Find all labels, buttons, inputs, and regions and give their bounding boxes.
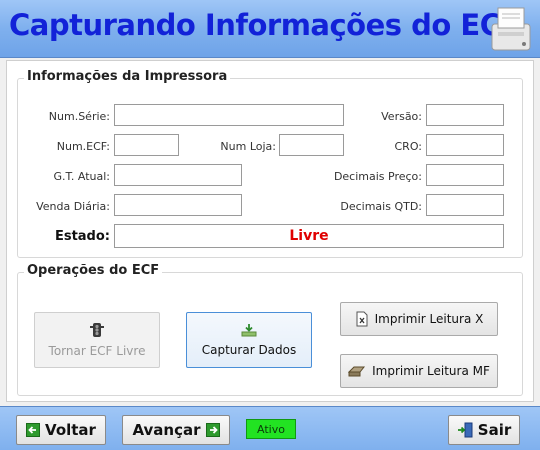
- traffic-light-icon: [90, 323, 104, 337]
- sair-label: Sair: [477, 421, 512, 439]
- printer-small-icon: [348, 366, 366, 377]
- sair-button[interactable]: Sair: [448, 415, 520, 445]
- estado-value: Livre: [114, 224, 504, 248]
- cro-label: CRO:: [394, 140, 423, 153]
- estado-label: Estado:: [54, 229, 110, 244]
- num-ecf-label: Num.ECF:: [56, 140, 110, 153]
- voltar-button[interactable]: Voltar: [16, 415, 106, 445]
- capturar-dados-button[interactable]: Capturar Dados: [186, 312, 312, 368]
- gt-atual-label: G.T. Atual:: [53, 170, 110, 183]
- operations-title: Operações do ECF: [24, 263, 163, 278]
- document-x-icon: [356, 311, 368, 327]
- tornar-ecf-livre-label: Tornar ECF Livre: [48, 344, 146, 358]
- printer-info-group: Informações da Impressora Num.Série: Ver…: [17, 69, 523, 258]
- venda-diaria-field[interactable]: [114, 194, 242, 216]
- imprimir-leitura-mf-button[interactable]: Imprimir Leitura MF: [340, 354, 498, 388]
- avancar-label: Avançar: [132, 421, 201, 439]
- decimais-preco-label: Decimais Preço:: [333, 170, 422, 183]
- tornar-ecf-livre-button[interactable]: Tornar ECF Livre: [34, 312, 160, 368]
- decimais-qtd-label: Decimais QTD:: [340, 200, 422, 213]
- decimais-preco-field[interactable]: [426, 164, 504, 186]
- versao-field[interactable]: [426, 104, 504, 126]
- num-loja-field[interactable]: [279, 134, 344, 156]
- num-loja-label: Num Loja:: [220, 140, 276, 153]
- printer-info-title: Informações da Impressora: [24, 69, 231, 84]
- header-bar: Capturando Informações do ECF: [0, 0, 540, 58]
- exit-door-icon: [457, 422, 473, 438]
- imprimir-leitura-mf-label: Imprimir Leitura MF: [372, 364, 490, 378]
- status-badge: Ativo: [246, 419, 296, 439]
- num-serie-label: Num.Série:: [48, 110, 110, 123]
- cro-field[interactable]: [426, 134, 504, 156]
- imprimir-leitura-x-label: Imprimir Leitura X: [374, 312, 484, 326]
- page-title: Capturando Informações do ECF: [9, 8, 520, 42]
- decimais-qtd-field[interactable]: [426, 194, 504, 216]
- voltar-label: Voltar: [45, 421, 96, 439]
- printer-icon: [491, 7, 531, 51]
- arrow-left-icon: [26, 423, 41, 437]
- capturar-dados-label: Capturar Dados: [201, 343, 297, 357]
- main-panel: Informações da Impressora Num.Série: Ver…: [6, 60, 534, 402]
- arrow-right-icon: [205, 423, 220, 437]
- num-serie-field[interactable]: [114, 104, 344, 126]
- imprimir-leitura-x-button[interactable]: Imprimir Leitura X: [340, 302, 498, 336]
- download-tray-icon: [241, 324, 257, 337]
- venda-diaria-label: Venda Diária:: [36, 200, 110, 213]
- avancar-button[interactable]: Avançar: [122, 415, 230, 445]
- versao-label: Versão:: [381, 110, 422, 123]
- num-ecf-field[interactable]: [114, 134, 179, 156]
- gt-atual-field[interactable]: [114, 164, 242, 186]
- operations-group: Operações do ECF Tornar ECF Livre Captur…: [17, 263, 523, 396]
